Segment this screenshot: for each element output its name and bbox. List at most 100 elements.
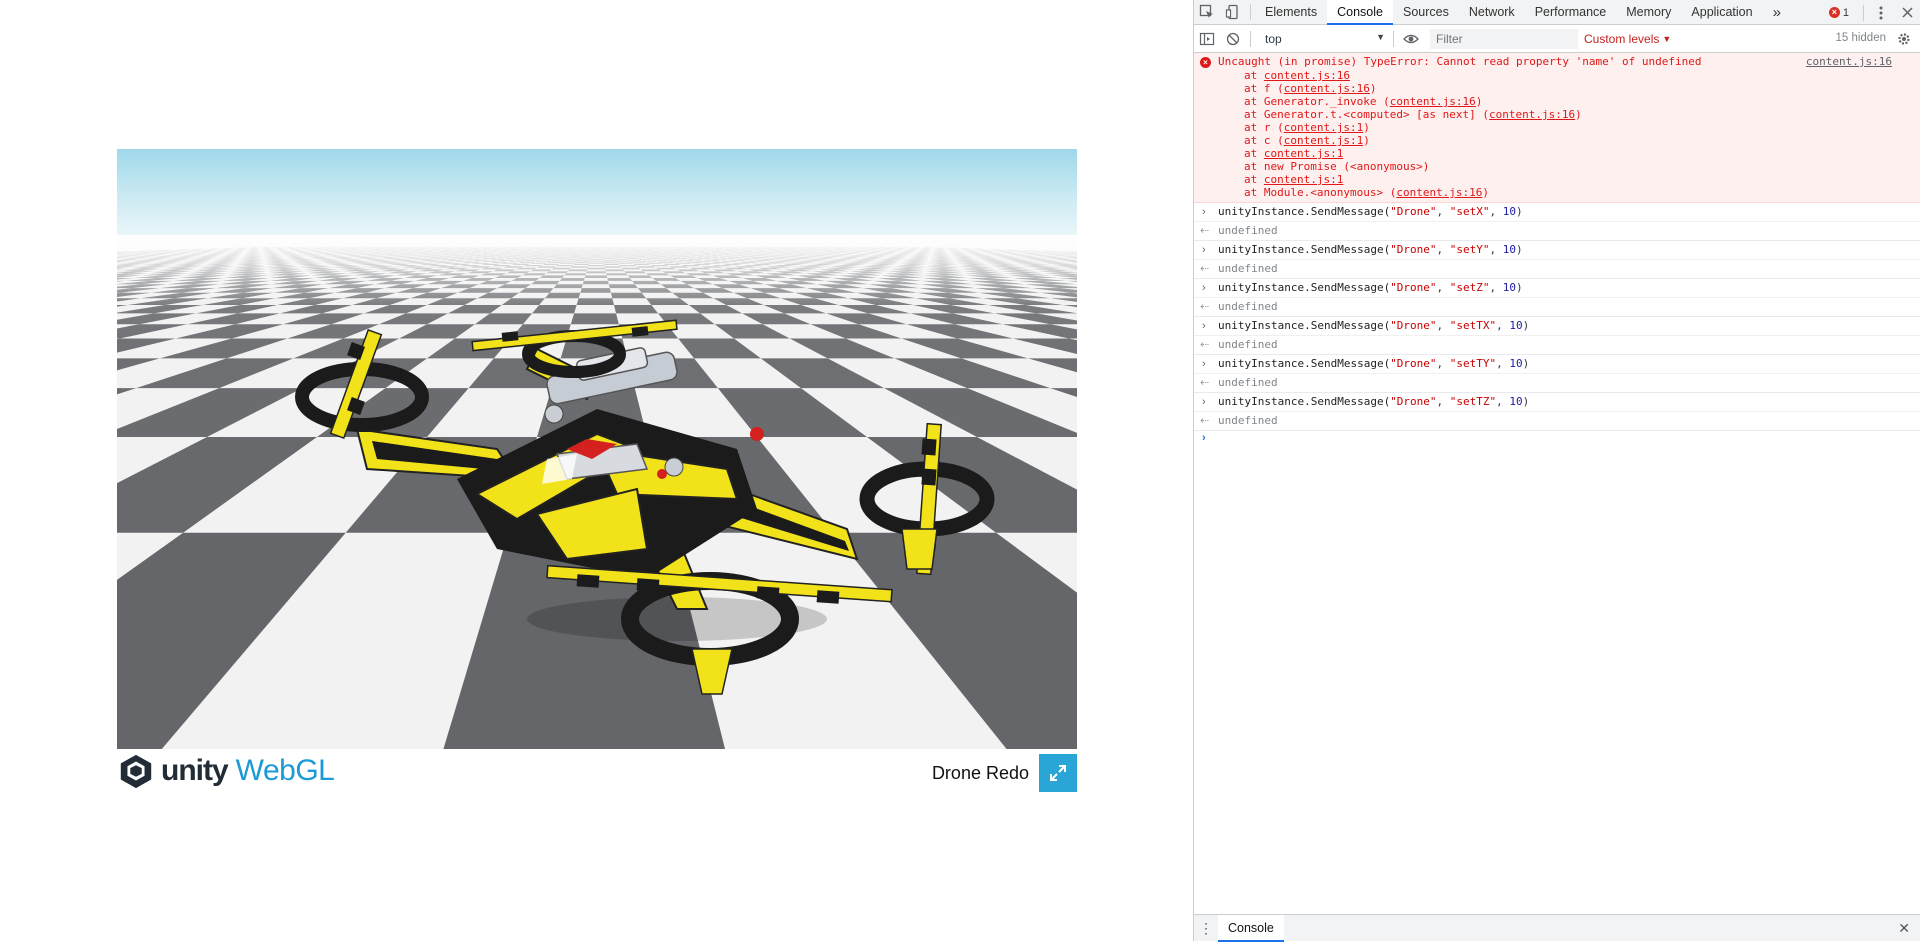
result-arrow-icon: ⇠ xyxy=(1200,262,1209,276)
stack-frame-link[interactable]: content.js:16 xyxy=(1489,108,1575,121)
stack-frame-link[interactable]: content.js:16 xyxy=(1396,186,1482,199)
error-count-value: 1 xyxy=(1843,7,1849,19)
command-arg-method: "setTZ" xyxy=(1450,395,1496,408)
stack-frame-link[interactable]: content.js:1 xyxy=(1264,173,1343,186)
command-arg-number: 10 xyxy=(1509,357,1522,370)
stack-frame-text: at xyxy=(1244,147,1264,160)
stack-frame-link[interactable]: content.js:1 xyxy=(1284,134,1363,147)
unity-webgl-logo: unity WebGL xyxy=(117,753,334,789)
command-arg-number: 10 xyxy=(1503,243,1516,256)
fullscreen-button[interactable] xyxy=(1039,754,1077,792)
command-chevron-icon: › xyxy=(1202,395,1206,409)
toolbar-divider xyxy=(1250,4,1251,20)
sidebar-toggle-button[interactable] xyxy=(1194,26,1220,51)
device-toggle-button[interactable] xyxy=(1220,0,1246,25)
result-value: undefined xyxy=(1218,376,1278,389)
more-tabs-button[interactable]: » xyxy=(1763,0,1791,25)
result-arrow-icon: ⇠ xyxy=(1200,300,1209,314)
inspect-element-button[interactable] xyxy=(1194,0,1220,25)
stack-frame: at Generator.t.<computed> [as next] (con… xyxy=(1218,108,1920,121)
toolbar-divider xyxy=(1250,31,1251,47)
customize-menu-button[interactable] xyxy=(1868,0,1894,25)
stack-frame-suffix: ) xyxy=(1363,134,1370,147)
unity-canvas[interactable] xyxy=(117,149,1077,749)
command-function: unityInstance.SendMessage( xyxy=(1218,281,1390,294)
log-levels-dropdown[interactable]: Custom levels ▼ xyxy=(1584,32,1671,46)
tab-performance[interactable]: Performance xyxy=(1525,0,1617,25)
tab-application[interactable]: Application xyxy=(1681,0,1762,25)
console-settings-button[interactable] xyxy=(1892,27,1916,51)
command-function: unityInstance.SendMessage( xyxy=(1218,243,1390,256)
drawer-menu-icon[interactable]: ⋮ xyxy=(1194,920,1218,937)
stack-frame-link[interactable]: content.js:16 xyxy=(1284,82,1370,95)
drawer-tab-console[interactable]: Console xyxy=(1218,915,1284,942)
console-messages: × content.js:16 Uncaught (in promise) Ty… xyxy=(1194,53,1920,449)
command-arg-number: 10 xyxy=(1503,281,1516,294)
console-toolbar: top ▼ Custom levels ▼ 15 hidden xyxy=(1194,25,1920,53)
tab-sources[interactable]: Sources xyxy=(1393,0,1459,25)
stack-frame-suffix: ) xyxy=(1575,108,1582,121)
stack-frame-text: at new Promise (<anonymous>) xyxy=(1244,160,1429,173)
stack-frame-link[interactable]: content.js:1 xyxy=(1284,121,1363,134)
result-arrow-icon: ⇠ xyxy=(1200,414,1209,428)
command-arg-object: "Drone" xyxy=(1390,395,1436,408)
stack-frame: at content.js:1 xyxy=(1218,173,1920,186)
stack-frame: at content.js:16 xyxy=(1218,69,1920,82)
command-arg-number: 10 xyxy=(1503,205,1516,218)
dropdown-arrow-icon: ▼ xyxy=(1662,34,1671,44)
console-command[interactable]: ›unityInstance.SendMessage("Drone", "set… xyxy=(1194,241,1920,260)
error-message: × content.js:16 Uncaught (in promise) Ty… xyxy=(1194,53,1920,203)
command-arg-method: "setTX" xyxy=(1450,319,1496,332)
result-value: undefined xyxy=(1218,262,1278,275)
stack-frame-text: at f ( xyxy=(1244,82,1284,95)
tab-network[interactable]: Network xyxy=(1459,0,1525,25)
result-arrow-icon: ⇠ xyxy=(1200,224,1209,238)
tab-console[interactable]: Console xyxy=(1327,0,1393,25)
stack-frame-link[interactable]: content.js:1 xyxy=(1264,147,1343,160)
console-command[interactable]: ›unityInstance.SendMessage("Drone", "set… xyxy=(1194,393,1920,412)
stack-frame: at Generator._invoke (content.js:16) xyxy=(1218,95,1920,108)
stack-frame-text: at Module.<anonymous> ( xyxy=(1244,186,1396,199)
command-chevron-icon: › xyxy=(1202,243,1206,257)
console-command[interactable]: ›unityInstance.SendMessage("Drone", "set… xyxy=(1194,279,1920,298)
tab-memory[interactable]: Memory xyxy=(1616,0,1681,25)
close-devtools-button[interactable] xyxy=(1894,0,1920,25)
stack-frame: at f (content.js:16) xyxy=(1218,82,1920,95)
sidebar-toggle-icon xyxy=(1199,31,1215,47)
console-filter-input[interactable] xyxy=(1430,29,1578,49)
webgl-page: unity WebGL Drone Redo xyxy=(0,0,1193,941)
console-result: ⇠undefined xyxy=(1194,412,1920,431)
console-result: ⇠undefined xyxy=(1194,336,1920,355)
gear-icon xyxy=(1897,32,1911,46)
command-history: ›unityInstance.SendMessage("Drone", "set… xyxy=(1194,203,1920,431)
clear-console-button[interactable] xyxy=(1220,26,1246,51)
horizon-fog xyxy=(117,235,1077,305)
webgl-wordmark: WebGL xyxy=(236,754,335,788)
console-prompt[interactable]: › xyxy=(1194,431,1920,449)
console-command[interactable]: ›unityInstance.SendMessage("Drone", "set… xyxy=(1194,203,1920,222)
log-levels-label: Custom levels xyxy=(1584,32,1659,46)
error-counter[interactable]: × 1 xyxy=(1829,7,1849,19)
console-command[interactable]: ›unityInstance.SendMessage("Drone", "set… xyxy=(1194,317,1920,336)
result-arrow-icon: ⇠ xyxy=(1200,376,1209,390)
stack-frame-text: at Generator._invoke ( xyxy=(1244,95,1390,108)
error-source-link[interactable]: content.js:16 xyxy=(1806,55,1892,68)
device-toggle-icon xyxy=(1225,4,1241,20)
context-selector[interactable]: top ▼ xyxy=(1259,29,1389,49)
stack-frame-link[interactable]: content.js:16 xyxy=(1264,69,1350,82)
stack-frame-suffix: ) xyxy=(1363,121,1370,134)
stack-frame-text: at xyxy=(1244,173,1264,186)
stack-frame-link[interactable]: content.js:16 xyxy=(1390,95,1476,108)
stack-frame-suffix: ) xyxy=(1370,82,1377,95)
stack-frame: at new Promise (<anonymous>) xyxy=(1218,160,1920,173)
unity-cube-icon xyxy=(117,752,155,790)
build-title: Drone Redo xyxy=(932,763,1029,784)
result-value: undefined xyxy=(1218,224,1278,237)
toolbar-divider xyxy=(1863,5,1864,21)
close-drawer-icon[interactable]: ✕ xyxy=(1898,920,1910,937)
tab-elements[interactable]: Elements xyxy=(1255,0,1327,25)
error-x-icon: × xyxy=(1829,7,1840,18)
console-command[interactable]: ›unityInstance.SendMessage("Drone", "set… xyxy=(1194,355,1920,374)
live-expression-button[interactable] xyxy=(1398,26,1424,51)
stack-frame: at content.js:1 xyxy=(1218,147,1920,160)
